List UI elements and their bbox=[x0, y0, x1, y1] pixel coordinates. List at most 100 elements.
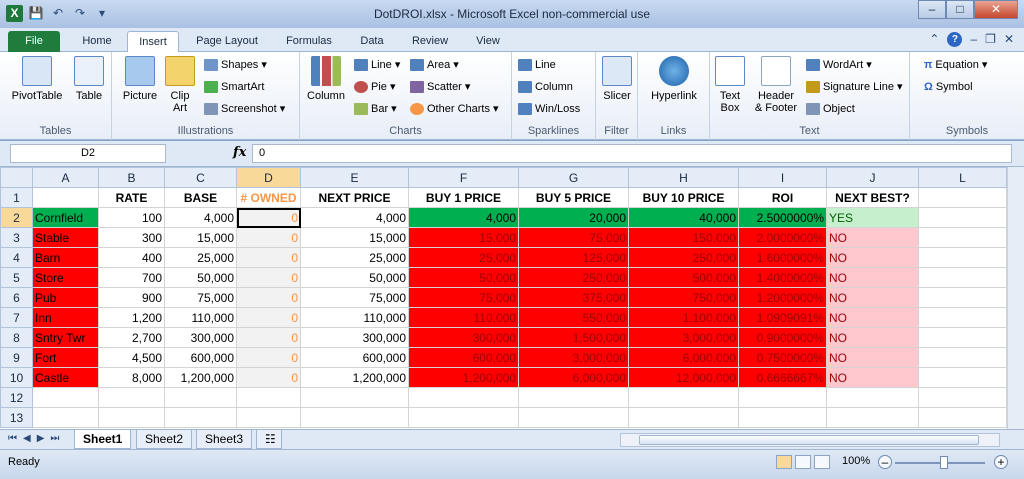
table-cell[interactable]: 50,000 bbox=[300, 267, 409, 288]
header-cell[interactable]: # OWNED bbox=[236, 187, 301, 208]
table-cell[interactable] bbox=[164, 387, 237, 408]
table-cell[interactable]: 125,000 bbox=[518, 247, 629, 268]
table-cell[interactable] bbox=[300, 387, 409, 408]
sheet-tab-sheet3[interactable]: Sheet3 bbox=[196, 430, 253, 449]
table-cell[interactable]: 300,000 bbox=[408, 327, 519, 348]
table-cell[interactable] bbox=[518, 407, 629, 428]
textbox-button[interactable]: Text Box bbox=[714, 56, 746, 114]
header-cell[interactable] bbox=[918, 187, 1007, 208]
column-header[interactable]: L bbox=[918, 167, 1007, 188]
zoom-slider-thumb[interactable] bbox=[940, 456, 948, 469]
maximize-button[interactable]: □ bbox=[946, 0, 974, 19]
table-cell[interactable]: 0 bbox=[236, 287, 301, 308]
table-cell[interactable]: Fort bbox=[32, 347, 99, 368]
table-cell[interactable]: 2,700 bbox=[98, 327, 165, 348]
line-chart-button[interactable]: Line ▾ bbox=[354, 56, 400, 74]
equation-button[interactable]: π Equation ▾ bbox=[924, 56, 987, 74]
column-header[interactable]: G bbox=[518, 167, 629, 188]
row-header[interactable]: 3 bbox=[0, 227, 33, 248]
table-cell[interactable]: Pub bbox=[32, 287, 99, 308]
header-footer-button[interactable]: Header & Footer bbox=[750, 56, 802, 114]
table-cell[interactable] bbox=[738, 387, 827, 408]
page-break-view-button[interactable] bbox=[814, 455, 830, 469]
table-cell[interactable] bbox=[518, 387, 629, 408]
select-all-corner[interactable] bbox=[0, 167, 33, 188]
table-cell[interactable] bbox=[98, 407, 165, 428]
row-header[interactable]: 10 bbox=[0, 367, 33, 388]
table-cell[interactable]: 0 bbox=[236, 307, 301, 328]
table-cell[interactable]: NO bbox=[826, 267, 919, 288]
table-button[interactable]: Table bbox=[72, 56, 106, 102]
table-cell[interactable]: 750,000 bbox=[628, 287, 739, 308]
table-cell[interactable]: 550,000 bbox=[518, 307, 629, 328]
table-cell[interactable]: 40,000 bbox=[628, 207, 739, 228]
table-cell[interactable]: 2.0000000% bbox=[738, 227, 827, 248]
table-cell[interactable] bbox=[628, 407, 739, 428]
table-cell[interactable]: 0 bbox=[236, 247, 301, 268]
table-cell[interactable] bbox=[826, 387, 919, 408]
object-button[interactable]: Object bbox=[806, 100, 855, 118]
table-cell[interactable]: 250,000 bbox=[518, 267, 629, 288]
row-header[interactable]: 4 bbox=[0, 247, 33, 268]
table-cell[interactable] bbox=[738, 407, 827, 428]
zoom-in-button[interactable]: + bbox=[994, 455, 1008, 469]
smartart-button[interactable]: SmartArt bbox=[204, 78, 264, 96]
tab-file[interactable]: File bbox=[8, 31, 60, 52]
column-header[interactable]: C bbox=[164, 167, 237, 188]
zoom-out-button[interactable]: – bbox=[878, 455, 892, 469]
table-cell[interactable]: 0 bbox=[236, 347, 301, 368]
insert-sheet-icon[interactable]: ☷ bbox=[256, 430, 282, 449]
table-cell[interactable]: 250,000 bbox=[628, 247, 739, 268]
table-cell[interactable]: 1,200,000 bbox=[300, 367, 409, 388]
other-charts-button[interactable]: Other Charts ▾ bbox=[410, 100, 499, 118]
pie-chart-button[interactable]: Pie ▾ bbox=[354, 78, 395, 96]
table-cell[interactable]: YES bbox=[826, 207, 919, 228]
table-cell[interactable]: Stable bbox=[32, 227, 99, 248]
table-cell[interactable]: 0 bbox=[236, 327, 301, 348]
row-header[interactable]: 1 bbox=[0, 187, 33, 208]
horizontal-scrollbar[interactable] bbox=[620, 433, 1000, 447]
table-cell[interactable]: 1.4000000% bbox=[738, 267, 827, 288]
tab-page-layout[interactable]: Page Layout bbox=[188, 31, 266, 52]
page-layout-view-button[interactable] bbox=[795, 455, 811, 469]
column-header[interactable]: F bbox=[408, 167, 519, 188]
column-header[interactable]: H bbox=[628, 167, 739, 188]
table-cell[interactable]: 50,000 bbox=[408, 267, 519, 288]
table-cell[interactable]: 400 bbox=[98, 247, 165, 268]
window-restore-icon[interactable]: ❐ bbox=[985, 32, 996, 47]
tab-formulas[interactable]: Formulas bbox=[278, 31, 340, 52]
table-cell[interactable]: 1,200,000 bbox=[408, 367, 519, 388]
table-cell[interactable]: 4,500 bbox=[98, 347, 165, 368]
table-cell[interactable]: 25,000 bbox=[164, 247, 237, 268]
table-cell[interactable] bbox=[918, 407, 1007, 428]
table-cell[interactable]: 15,000 bbox=[164, 227, 237, 248]
table-cell[interactable]: 600,000 bbox=[300, 347, 409, 368]
table-cell[interactable]: 1,100,000 bbox=[628, 307, 739, 328]
table-cell[interactable]: 6,000,000 bbox=[518, 367, 629, 388]
table-cell[interactable]: 6,000,000 bbox=[628, 347, 739, 368]
table-cell[interactable]: 75,000 bbox=[300, 287, 409, 308]
bar-chart-button[interactable]: Bar ▾ bbox=[354, 100, 397, 118]
table-cell[interactable]: 1,200 bbox=[98, 307, 165, 328]
tab-review[interactable]: Review bbox=[404, 31, 456, 52]
table-cell[interactable]: 4,000 bbox=[408, 207, 519, 228]
minimize-button[interactable]: – bbox=[918, 0, 946, 19]
column-header[interactable]: A bbox=[32, 167, 99, 188]
table-cell[interactable] bbox=[300, 407, 409, 428]
table-cell[interactable]: Store bbox=[32, 267, 99, 288]
header-cell[interactable]: NEXT PRICE bbox=[300, 187, 409, 208]
screenshot-button[interactable]: Screenshot ▾ bbox=[204, 100, 285, 118]
table-cell[interactable] bbox=[918, 387, 1007, 408]
sparkline-winloss-button[interactable]: Win/Loss bbox=[518, 100, 580, 118]
insert-function-icon[interactable]: fx bbox=[233, 145, 246, 160]
table-cell[interactable]: 300,000 bbox=[300, 327, 409, 348]
table-cell[interactable]: 0 bbox=[236, 267, 301, 288]
table-cell[interactable]: 500,000 bbox=[628, 267, 739, 288]
table-cell[interactable]: NO bbox=[826, 247, 919, 268]
formula-input[interactable]: 0 bbox=[252, 144, 1012, 163]
sparkline-line-button[interactable]: Line bbox=[518, 56, 556, 74]
table-cell[interactable] bbox=[826, 407, 919, 428]
table-cell[interactable]: 600,000 bbox=[408, 347, 519, 368]
pivottable-button[interactable]: PivotTable bbox=[10, 56, 64, 102]
table-cell[interactable]: 0.6666667% bbox=[738, 367, 827, 388]
